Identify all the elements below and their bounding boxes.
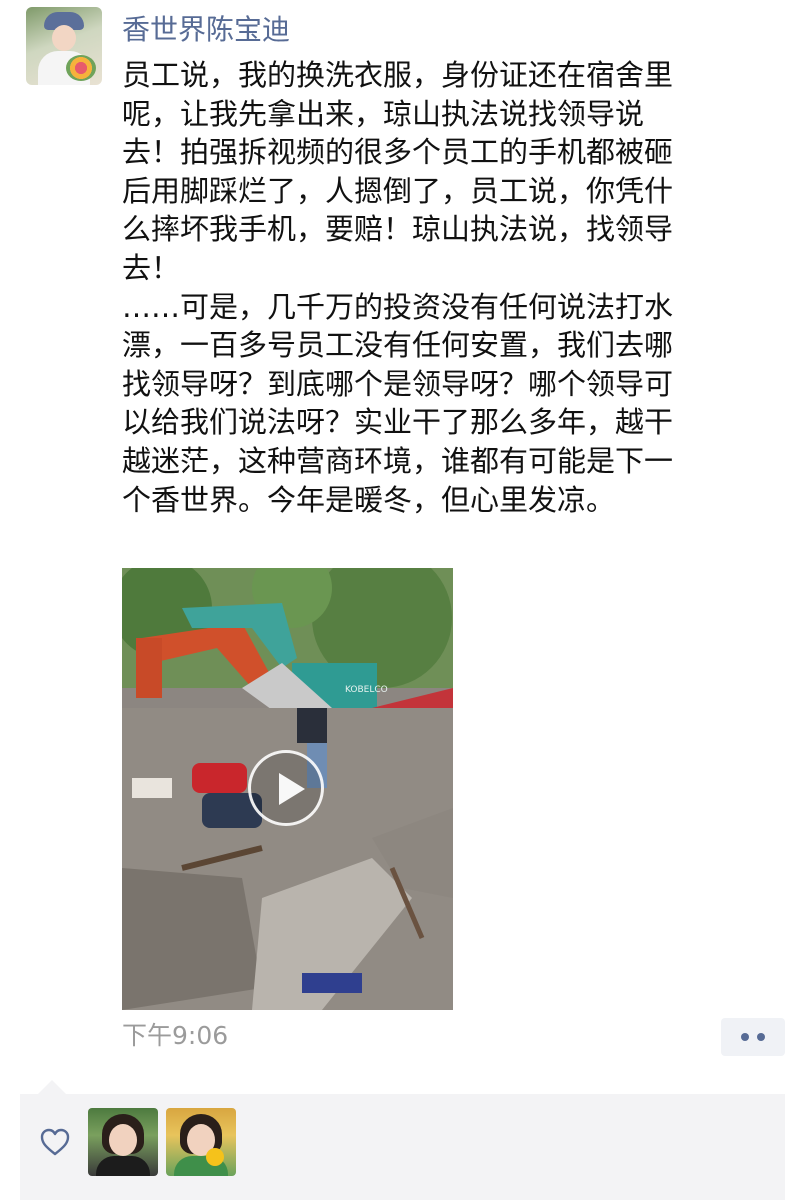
dot-icon [757,1033,765,1041]
liker-avatar[interactable] [88,1108,158,1176]
play-icon[interactable] [248,750,324,826]
post-time: 下午9:06 [122,1021,229,1050]
author-name[interactable]: 香世界陈宝迪 [122,14,290,46]
post-text: 员工说，我的换洗衣服，身份证还在宿舍里 呢，让我先拿出来，琼山执法说找领导说 去… [122,58,674,517]
author-avatar[interactable] [26,7,102,85]
dot-icon [741,1033,749,1041]
video-watermark: KOBELCO [345,685,388,695]
liker-avatar[interactable] [166,1108,236,1176]
heart-icon [40,1128,70,1156]
more-dots-button[interactable] [721,1018,785,1056]
likes-arrow [38,1080,66,1094]
